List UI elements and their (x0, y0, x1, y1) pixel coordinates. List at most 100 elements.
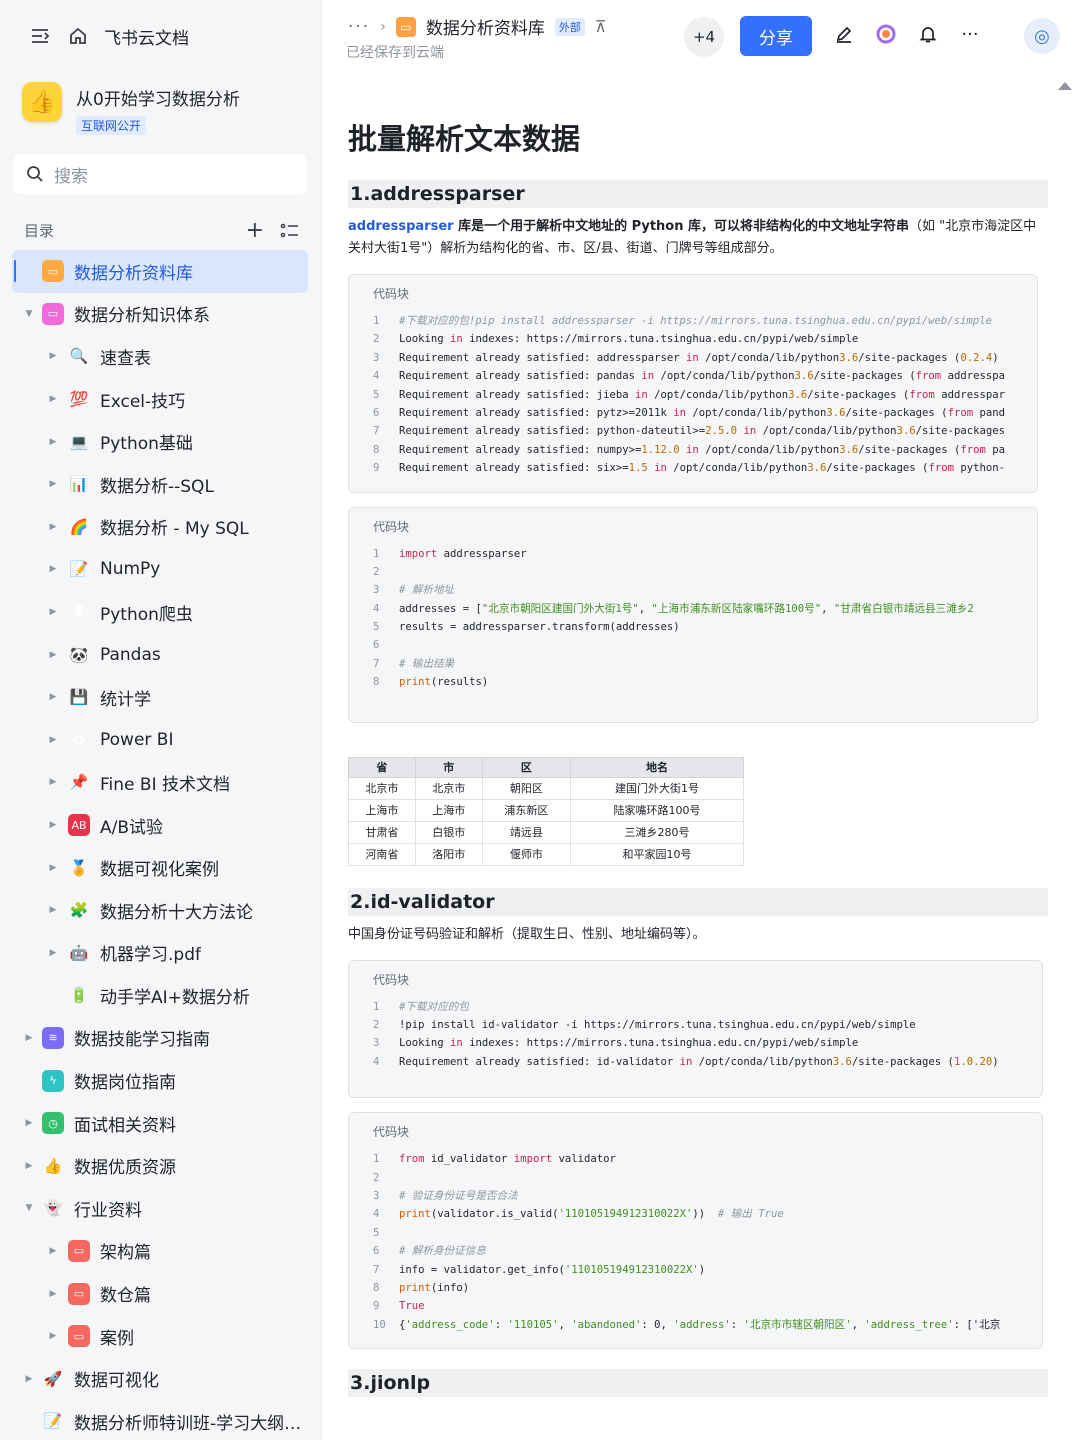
scroll-up-arrow-icon[interactable] (1058, 82, 1072, 90)
sidebar-item[interactable]: ▶ 🌈 数据分析 - My SQL (12, 506, 308, 549)
code-text: # 解析身份证信息 (399, 1245, 486, 1258)
chevron-right-icon[interactable]: ▶ (46, 1331, 60, 1341)
chevron-right-icon[interactable]: ▶ (22, 1161, 36, 1171)
chevron-right-icon[interactable]: ▶ (46, 820, 60, 830)
sidebar: 飞书云文档 👍 从0开始学习数据分析 互联网公开 搜索 目录 + ▭ 数据分析资料… (0, 0, 322, 1440)
code-block[interactable]: 代码块 1 import addressparser 2 3 # 解析地址 4 addres… (348, 506, 1038, 723)
table-cell: 和平家园10号 (570, 842, 744, 866)
sidebar-item[interactable]: ▶ ▭ 案例 (12, 1315, 308, 1358)
chevron-right-icon[interactable]: ▶ (46, 351, 60, 361)
rocket-icon: 🚀 (43, 1369, 63, 1388)
breadcrumb-more[interactable]: ··· (348, 17, 370, 37)
chevron-right-icon[interactable]: ▶ (46, 564, 60, 574)
code-text: Requirement already satisfied: jieba in … (399, 388, 1005, 401)
breadcrumb: ··· › ▭ 数据分析资料库 外部 ⊼ (348, 14, 607, 39)
sidebar-item[interactable]: ▶ 📊 数据分析--SQL (12, 463, 308, 506)
chevron-right-icon[interactable]: ▶ (46, 607, 60, 617)
folder-red-icon: ▭ (68, 1325, 90, 1348)
sidebar-item[interactable]: ▶ 🔍 速查表 (12, 335, 308, 378)
table-cell: 洛阳市 (414, 842, 483, 866)
sidebar-item[interactable]: ϟ 数据岗位指南 (12, 1059, 308, 1102)
chevron-right-icon[interactable]: ▶ (22, 1118, 36, 1128)
sidebar-item[interactable]: ▶ 💾 统计学 (12, 676, 308, 719)
sidebar-item[interactable]: ▶ 🏅 数据可视化案例 (12, 846, 308, 889)
chevron-right-icon[interactable]: ▶ (22, 1033, 36, 1043)
sidebar-item[interactable]: ▶ ◷ 面试相关资料 (12, 1102, 308, 1145)
chevron-right-icon[interactable]: ▶ (46, 948, 60, 958)
chevron-down-icon[interactable]: ▼ (22, 309, 36, 319)
recycle-icon: ♻ (72, 730, 86, 749)
sidebar-item[interactable]: ▶ 📌 Fine BI 技术文档 (12, 761, 308, 804)
memo-icon: 📝 (69, 560, 89, 579)
sidebar-item[interactable]: ▭ 数据分析资料库 (12, 250, 308, 293)
line-number: 5 (373, 388, 380, 401)
sidebar-item[interactable]: ▼ ▭ 数据分析知识体系 (12, 293, 308, 336)
chevron-right-icon[interactable]: ▶ (46, 735, 60, 745)
sidebar-item-label: 数据技能学习指南 (74, 1030, 210, 1051)
sidebar-item[interactable]: ▼ 👻 行业资料 (12, 1187, 308, 1230)
sidebar-item[interactable]: ▶ AB A/B试验 (12, 804, 308, 847)
code-line: 1 #下载对应的包!pip install addressparser -i ht… (373, 312, 1037, 330)
home-icon[interactable] (66, 24, 90, 48)
sidebar-item[interactable]: ▶ ▭ 架构篇 (12, 1230, 308, 1273)
breadcrumb-doc-title[interactable]: 数据分析资料库 (426, 14, 545, 39)
search-input[interactable]: 搜索 (14, 154, 306, 194)
line-number: 9 (373, 462, 380, 475)
chevron-down-icon[interactable]: ▼ (22, 1203, 36, 1213)
space-info[interactable]: 👍 从0开始学习数据分析 互联网公开 (22, 82, 240, 135)
chevron-right-icon[interactable]: ▶ (46, 863, 60, 873)
code-text: !pip install id-validator -i https://mir… (399, 1019, 916, 1032)
outline-list-icon[interactable] (280, 222, 300, 240)
chevron-right-icon[interactable]: ▶ (46, 650, 60, 660)
chevron-right-icon[interactable]: ▶ (46, 905, 60, 915)
chevron-right-icon[interactable]: ▶ (22, 1374, 36, 1384)
collapse-sidebar-icon[interactable] (28, 24, 52, 48)
sidebar-item[interactable]: ▶ ♻ Power BI (12, 719, 308, 762)
sidebar-item[interactable]: 📝 数据分析师特训班-学习大纲（... (12, 1400, 308, 1440)
line-number: 9 (373, 1300, 380, 1313)
chevron-right-icon[interactable]: ▶ (46, 1289, 60, 1299)
code-block[interactable]: 代码块 1 from id_validator import validator 2… (348, 1112, 1043, 1350)
code-block[interactable]: 代码块 1 #下载对应的包 2 !pip install id-validator -… (348, 959, 1043, 1099)
chevron-right-icon[interactable]: ▶ (46, 437, 60, 447)
chevron-right-icon[interactable]: ▶ (46, 522, 60, 532)
code-text: from id_validator import validator (399, 1153, 616, 1166)
share-button[interactable]: 分享 (740, 16, 812, 56)
sidebar-item[interactable]: ▶ 💻 Python基础 (12, 420, 308, 463)
sidebar-item[interactable]: ▶ ≋ 数据技能学习指南 (12, 1017, 308, 1060)
sidebar-item[interactable]: ▶ 👍 数据优质资源 (12, 1144, 308, 1187)
code-block-label: 代码块 (373, 519, 410, 534)
avatar[interactable]: ◎ (1024, 18, 1060, 54)
line-number: 8 (373, 443, 380, 456)
ai-assistant-icon[interactable] (874, 22, 898, 46)
chevron-right-icon[interactable]: ▶ (46, 692, 60, 702)
app-brand[interactable]: 飞书云文档 (104, 24, 189, 49)
chevron-right-icon[interactable]: ▶ (46, 479, 60, 489)
notification-bell-icon[interactable] (916, 22, 940, 46)
sidebar-item[interactable]: ▶ 🚀 数据可视化 (12, 1357, 308, 1400)
more-icon[interactable]: ··· (958, 22, 982, 46)
edit-pencil-icon[interactable] (832, 22, 856, 46)
sidebar-item[interactable]: ▶ 🐼 Pandas (12, 633, 308, 676)
add-icon[interactable]: + (246, 218, 264, 243)
sidebar-item[interactable]: ▶ 💯 Excel-技巧 (12, 378, 308, 421)
code-block-label: 代码块 (373, 287, 410, 301)
sidebar-item[interactable]: ▶ 🕷 Python爬虫 (12, 591, 308, 634)
sidebar-item[interactable]: ▶ ▭ 数仓篇 (12, 1272, 308, 1315)
sidebar-item[interactable]: ▶ 🧩 数据分析十大方法论 (12, 889, 308, 932)
line-number: 2 (373, 1171, 380, 1184)
code-block[interactable]: 代码块 1 #下载对应的包!pip install addressparser -… (348, 274, 1038, 493)
sidebar-item-label: NumPy (100, 559, 161, 580)
line-number: 2 (373, 333, 380, 346)
sidebar-item[interactable]: 🔋 动手学AI+数据分析 (12, 974, 308, 1017)
panda-icon: 🐼 (69, 645, 89, 664)
sidebar-item[interactable]: ▶ 📝 NumPy (12, 548, 308, 591)
layers-icon: ≋ (42, 1026, 64, 1049)
collaborators-count[interactable]: +4 (684, 17, 724, 57)
chevron-right-icon[interactable]: ▶ (46, 394, 60, 404)
pin-icon[interactable]: ⊼ (595, 17, 607, 36)
table-header-cell: 区 (481, 756, 572, 778)
chevron-right-icon[interactable]: ▶ (46, 777, 60, 787)
sidebar-item[interactable]: ▶ 🤖 机器学习.pdf (12, 932, 308, 975)
chevron-right-icon[interactable]: ▶ (46, 1246, 60, 1256)
